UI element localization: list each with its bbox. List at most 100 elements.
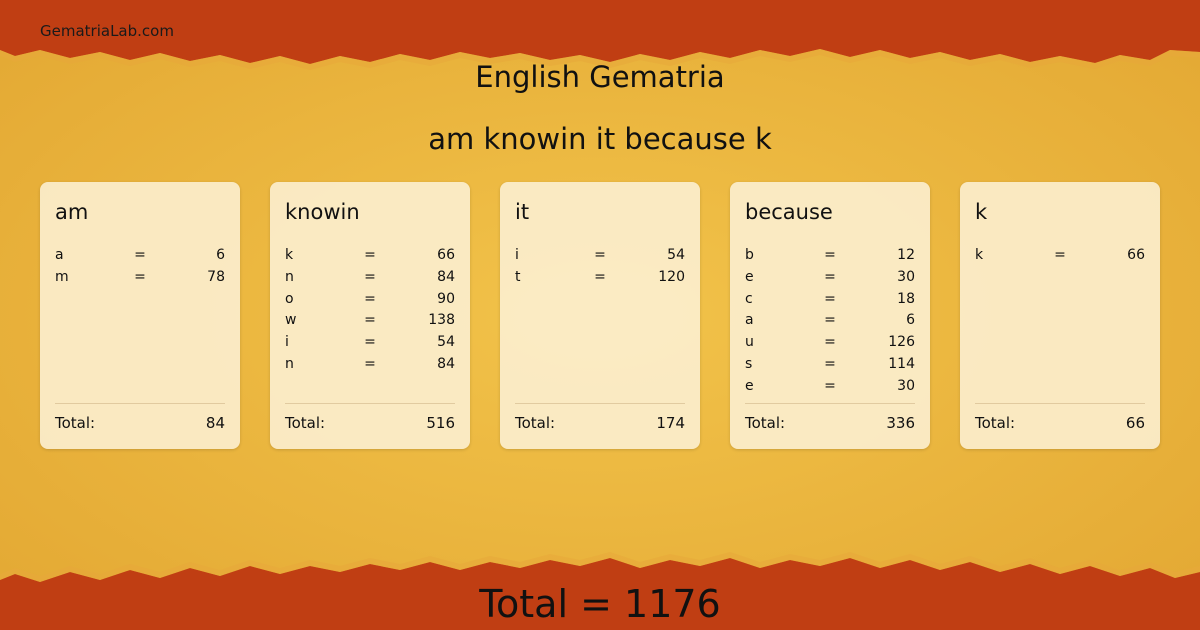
letter-row: m = 78 [55,267,225,289]
total-label: Total: [515,414,556,432]
letter-row: b = 12 [745,245,915,267]
letter-list: k = 66 [975,245,1145,267]
divider [285,403,455,404]
letter-value: 84 [437,355,455,372]
equals-sign: = [364,268,376,285]
letter-row: i = 54 [515,245,685,267]
letter-value: 54 [667,247,685,263]
letter: i [515,247,519,263]
equals-sign: = [824,247,836,263]
letter-row: k = 66 [285,245,455,267]
letter: n [285,355,294,372]
letter-row: a = 6 [55,245,225,267]
letter: n [285,268,294,285]
letter-row: s = 114 [745,354,915,376]
divider [975,403,1145,404]
letter-row: e = 30 [745,376,915,398]
total-value: 516 [426,414,455,432]
letter-value: 66 [1127,247,1145,263]
card-word: knowin [285,200,360,224]
letter-row: n = 84 [285,354,455,376]
letter-row: t = 120 [515,267,685,289]
letter: c [745,290,753,307]
divider [55,403,225,404]
letter-value: 84 [437,268,455,285]
card-word: it [515,200,530,224]
card-word: because [745,200,833,224]
letter-value: 66 [437,247,455,263]
letter: s [745,355,753,372]
letter-value: 90 [437,290,455,307]
letter-row: k = 66 [975,245,1145,267]
letter-value: 78 [207,268,225,285]
divider [515,403,685,404]
total-label: Total: [285,414,326,432]
letter: i [285,334,289,351]
letter-value: 6 [906,312,915,329]
letter-row: i = 54 [285,332,455,354]
letter-row: a = 6 [745,310,915,332]
letter-value: 30 [897,268,915,285]
letter-value: 12 [897,247,915,263]
letter: w [285,312,297,329]
letter-row: c = 18 [745,289,915,311]
total-value: 66 [1125,414,1145,432]
word-card: k k = 66 Total: 66 [960,182,1160,449]
letter: k [285,247,294,263]
equals-sign: = [824,268,836,285]
letter-value: 30 [897,377,915,394]
letter-list: i = 54 t = 120 [515,245,685,289]
equals-sign: = [824,377,836,394]
card-word: k [975,200,988,224]
letter: o [285,290,294,307]
card-word: am [55,200,89,224]
letter-row: n = 84 [285,267,455,289]
letter: m [55,268,69,285]
equals-sign: = [824,312,836,329]
equals-sign: = [594,268,606,285]
word-card: because b = 12 e = 30 c = 18 a = 6 u = 126 s = 114 e = 30 Tota… [730,182,930,449]
letter-value: 120 [658,268,685,285]
grand-total: Total = 1176 [479,582,721,626]
equals-sign: = [364,334,376,351]
equals-sign: = [824,355,836,372]
letter: b [745,247,754,263]
equals-sign: = [364,355,376,372]
letter: a [745,312,754,329]
page-heading: English Gematria [475,60,725,94]
letter-row: u = 126 [745,332,915,354]
letter-value: 138 [428,312,455,329]
equals-sign: = [134,268,146,285]
letter-row: e = 30 [745,267,915,289]
total-value: 84 [205,414,225,432]
equals-sign: = [824,290,836,307]
letter-value: 126 [888,334,915,351]
letter-value: 18 [897,290,915,307]
top-band [0,0,1200,64]
site-link[interactable]: GematriaLab.com [40,22,174,40]
letter: e [745,268,754,285]
total-value: 174 [656,414,685,432]
letter-value: 6 [216,247,225,263]
equals-sign: = [1054,247,1066,263]
equals-sign: = [134,247,146,263]
divider [745,403,915,404]
letter: a [55,247,64,263]
equals-sign: = [364,290,376,307]
letter: u [745,334,754,351]
equals-sign: = [364,247,376,263]
equals-sign: = [594,247,606,263]
letter-value: 54 [437,334,455,351]
word-card: it i = 54 t = 120 Total: 174 [500,182,700,449]
total-label: Total: [55,414,96,432]
total-value: 336 [886,414,915,432]
letter-list: k = 66 n = 84 o = 90 w = 138 i = 54 n = 84 [285,245,455,376]
letter-row: o = 90 [285,289,455,311]
phrase-title: am knowin it because k [428,122,772,156]
equals-sign: = [824,334,836,351]
word-card: am a = 6 m = 78 Total: 84 [40,182,240,449]
equals-sign: = [364,312,376,329]
letter: t [515,268,521,285]
letter: k [975,247,984,263]
letter: e [745,377,754,394]
